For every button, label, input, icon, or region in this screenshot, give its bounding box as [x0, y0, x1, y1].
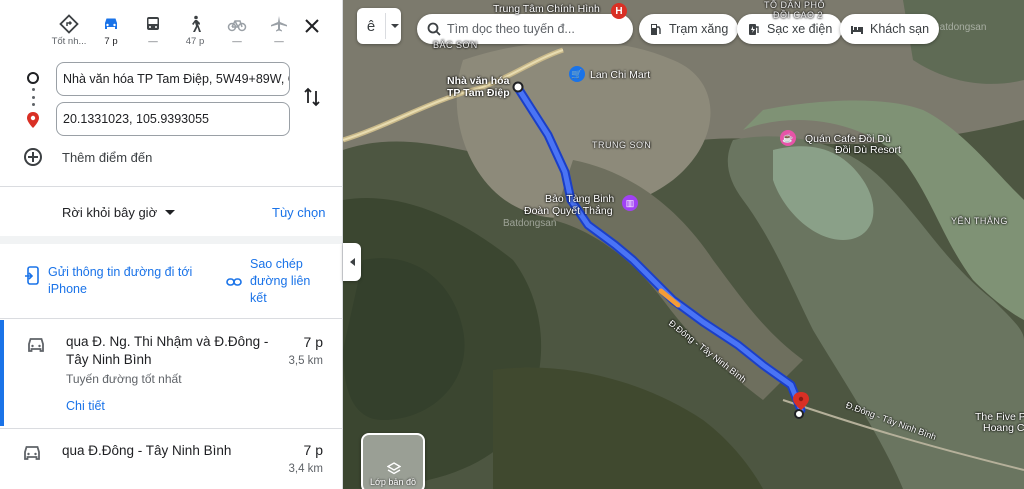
bus-icon [147, 17, 159, 30]
layers-icon [387, 462, 401, 475]
map-label: YÊN THẮNG [951, 216, 1008, 226]
bicycle-icon [227, 20, 247, 32]
swap-icon[interactable] [302, 86, 322, 108]
route-option-1[interactable]: qua Đ. Ng. Thi Nhậm và Đ.Đông - Tây Ninh… [0, 320, 342, 426]
map-label: Hoang C [983, 422, 1024, 434]
mode-flight-label: — [274, 36, 284, 47]
map-label: TP Tam Điệp [447, 87, 510, 99]
send-to-phone-label: Gửi thông tin đường đi tới iPhone [48, 265, 193, 296]
map-label: Đồi Dù Resort [835, 144, 901, 156]
app-root: Tốt nh... 7 p — 47 p — — Nhà văn hóa TP … [0, 0, 1024, 489]
route-option-2[interactable]: qua Đ.Đông - Tây Ninh Bình 7 p 3,4 km [0, 430, 342, 489]
search-placeholder: Tìm dọc theo tuyến đ... [447, 22, 575, 36]
separator [385, 13, 386, 39]
divider [0, 186, 342, 187]
chip-label: Sạc xe điện [767, 22, 833, 36]
mode-car[interactable]: 7 p [90, 8, 132, 50]
destination-pin-icon [27, 112, 39, 128]
mode-walk[interactable]: 47 p [174, 8, 216, 50]
route-distance: 3,4 km [288, 463, 323, 475]
route-details-link[interactable]: Chi tiết [66, 399, 105, 413]
mode-transit[interactable]: — [132, 8, 174, 50]
chip-gas-station[interactable]: Trạm xăng [639, 14, 739, 44]
travel-mode-bar: Tốt nh... 7 p — 47 p — — [48, 8, 300, 50]
shopping-cart-icon[interactable]: 🛒 [569, 66, 585, 82]
map-label: Lan Chi Mart [590, 69, 651, 81]
chip-label: Khách sạn [870, 22, 930, 36]
layers-button[interactable]: Lớp bản đồ [361, 433, 425, 489]
chip-label: Trạm xăng [669, 22, 729, 36]
chevron-left-icon [349, 258, 355, 266]
gas-station-icon [651, 24, 661, 35]
map-label: ĐỒI CAO 2 [773, 10, 824, 20]
mode-bike-label: — [232, 36, 242, 47]
add-icon [24, 148, 42, 166]
copy-link-label: Sao chép đường liên kết [250, 257, 311, 305]
search-icon [427, 22, 441, 36]
layers-label: Lớp bản đồ [370, 477, 416, 487]
caret-down-icon [165, 210, 176, 215]
mode-car-label: 7 p [104, 36, 118, 47]
origin-input[interactable]: Nhà văn hóa TP Tam Điệp, 5W49+89W, G [56, 62, 290, 96]
map-label: Đoàn Quyết Thắng [524, 205, 613, 217]
add-destination-row[interactable]: Thêm điểm đến [24, 148, 152, 166]
ev-charging-icon [749, 24, 759, 35]
route-duration: 7 p [303, 442, 323, 458]
map-view[interactable]: Batdongsan Batdongsan ê Tìm dọc theo tuy… [343, 0, 1024, 489]
bed-icon [851, 26, 863, 34]
leave-now-dropdown[interactable]: Rời khỏi bây giờ [62, 205, 176, 220]
map-label: TỔ DÂN PHỐ [764, 0, 826, 10]
origin-dot-icon [27, 72, 39, 84]
map-label: BẮC SƠN [433, 40, 478, 50]
museum-icon[interactable]: ▥ [622, 195, 638, 211]
input-tools-button[interactable]: ê [357, 8, 401, 44]
copy-link-button[interactable]: Sao chép đường liên kết [226, 256, 320, 307]
map-label: Nhà văn hóa [447, 75, 510, 87]
phone-send-icon [25, 266, 39, 285]
divider [0, 428, 342, 429]
hospital-icon[interactable]: H [611, 3, 627, 19]
car-icon [28, 338, 44, 352]
section-divider [0, 236, 342, 244]
destination-input[interactable]: 20.1331023, 105.9393055 [56, 102, 290, 136]
divider [0, 318, 342, 319]
map-label: TRUNG SƠN [592, 140, 652, 150]
cafe-icon[interactable]: ☕ [780, 130, 796, 146]
mode-walk-label: 47 p [185, 36, 205, 47]
route-via: qua Đ.Đông - Tây Ninh Bình [62, 443, 232, 458]
link-icon [226, 278, 242, 286]
watermark-text: Batdongsan [503, 218, 557, 229]
directions-panel: Tốt nh... 7 p — 47 p — — Nhà văn hóa TP … [0, 0, 343, 489]
route-distance: 3,5 km [288, 355, 323, 367]
mode-best-label: Tốt nh... [51, 36, 87, 47]
caret-down-icon [391, 24, 399, 28]
options-button[interactable]: Tùy chọn [272, 205, 325, 220]
mode-flight[interactable]: — [258, 8, 300, 50]
airplane-icon [271, 16, 287, 32]
route-duration: 7 p [303, 334, 323, 350]
map-label: Trung Tâm Chính Hình [493, 3, 600, 15]
diamond-turn-icon [59, 14, 79, 34]
map-label: Bảo Tàng Binh [545, 193, 615, 205]
mode-best[interactable]: Tốt nh... [48, 8, 90, 50]
close-icon[interactable] [300, 14, 324, 38]
route-best-note: Tuyến đường tốt nhất [66, 372, 182, 386]
ime-char: ê [366, 17, 376, 35]
car-icon [24, 446, 40, 460]
collapse-panel-button[interactable] [343, 243, 361, 281]
add-destination-label: Thêm điểm đến [62, 149, 153, 165]
send-to-phone-button[interactable]: Gửi thông tin đường đi tới iPhone [24, 264, 198, 298]
walk-icon [192, 15, 201, 32]
route-via: qua Đ. Ng. Thi Nhậm và Đ.Đông - Tây Ninh… [66, 334, 269, 367]
mode-bike[interactable]: — [216, 8, 258, 50]
leave-now-label: Rời khỏi bây giờ [62, 205, 158, 220]
watermark-text: Batdongsan [933, 22, 987, 33]
satellite-imagery [343, 0, 1024, 489]
route-dots-icon [31, 88, 35, 106]
car-icon [105, 18, 117, 29]
mode-transit-label: — [148, 36, 158, 47]
chip-hotels[interactable]: Khách sạn [840, 14, 940, 44]
